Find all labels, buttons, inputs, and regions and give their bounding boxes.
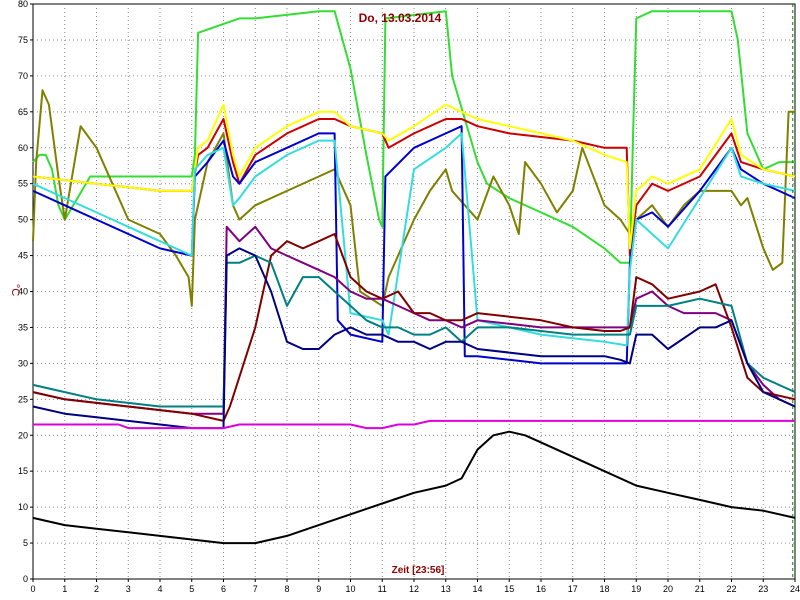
x-tick-label: 15 bbox=[504, 584, 514, 594]
y-tick-label: 5 bbox=[23, 538, 28, 548]
x-tick-label: 10 bbox=[345, 584, 355, 594]
y-tick-label: 50 bbox=[18, 215, 28, 225]
temperature-chart: 0 1 2 3 4 5 6 7 8 9 10 11 12 13 14 15 16 17 18 19 20 21 22 23 24… bbox=[9, 0, 800, 594]
chart-title: Do, 13.03.2014 bbox=[359, 11, 442, 25]
x-tick-label: 11 bbox=[378, 584, 387, 594]
x-tick-label: 19 bbox=[631, 584, 641, 594]
y-tick-label: 60 bbox=[18, 143, 28, 153]
x-tick-label: 23 bbox=[758, 584, 768, 594]
y-tick-label: 15 bbox=[18, 466, 28, 476]
y-tick-label: 30 bbox=[18, 358, 28, 368]
x-tick-label: 3 bbox=[126, 584, 131, 594]
y-tick-label: 80 bbox=[18, 0, 28, 9]
x-tick-label: 22 bbox=[726, 584, 736, 594]
x-axis-label: Zeit [23:56] bbox=[392, 565, 445, 576]
x-tick-label: 1 bbox=[62, 584, 67, 594]
y-tick-label: 35 bbox=[18, 322, 28, 332]
y-tick-label: 75 bbox=[18, 35, 28, 45]
x-tick-label: 9 bbox=[316, 584, 321, 594]
x-tick-label: 0 bbox=[30, 584, 35, 594]
x-tick-label: 14 bbox=[472, 584, 482, 594]
y-axis-label: °C bbox=[9, 284, 21, 296]
y-tick-label: 0 bbox=[23, 574, 28, 584]
x-tick-label: 20 bbox=[663, 584, 673, 594]
x-tick-label: 5 bbox=[189, 584, 194, 594]
x-tick-label: 16 bbox=[536, 584, 546, 594]
x-tick-label: 2 bbox=[94, 584, 99, 594]
x-tick-label: 13 bbox=[441, 584, 451, 594]
y-tick-label: 20 bbox=[18, 430, 28, 440]
y-tick-label: 10 bbox=[18, 502, 28, 512]
x-tick-labels: 0 1 2 3 4 5 6 7 8 9 10 11 12 13 14 15 16 17 18 19 20 21 22 23 24 bbox=[30, 584, 800, 594]
y-tick-label: 55 bbox=[18, 179, 28, 189]
y-tick-label: 25 bbox=[18, 394, 28, 404]
x-tick-label: 6 bbox=[221, 584, 226, 594]
y-tick-label: 70 bbox=[18, 71, 28, 81]
x-tick-label: 4 bbox=[157, 584, 162, 594]
x-tick-label: 24 bbox=[790, 584, 800, 594]
x-tick-label: 7 bbox=[253, 584, 258, 594]
x-tick-label: 8 bbox=[284, 584, 289, 594]
x-tick-label: 18 bbox=[599, 584, 609, 594]
x-tick-label: 17 bbox=[568, 584, 578, 594]
x-tick-label: 12 bbox=[409, 584, 419, 594]
x-tick-label: 21 bbox=[695, 584, 705, 594]
y-tick-label: 45 bbox=[18, 251, 28, 261]
y-tick-label: 65 bbox=[18, 107, 28, 117]
